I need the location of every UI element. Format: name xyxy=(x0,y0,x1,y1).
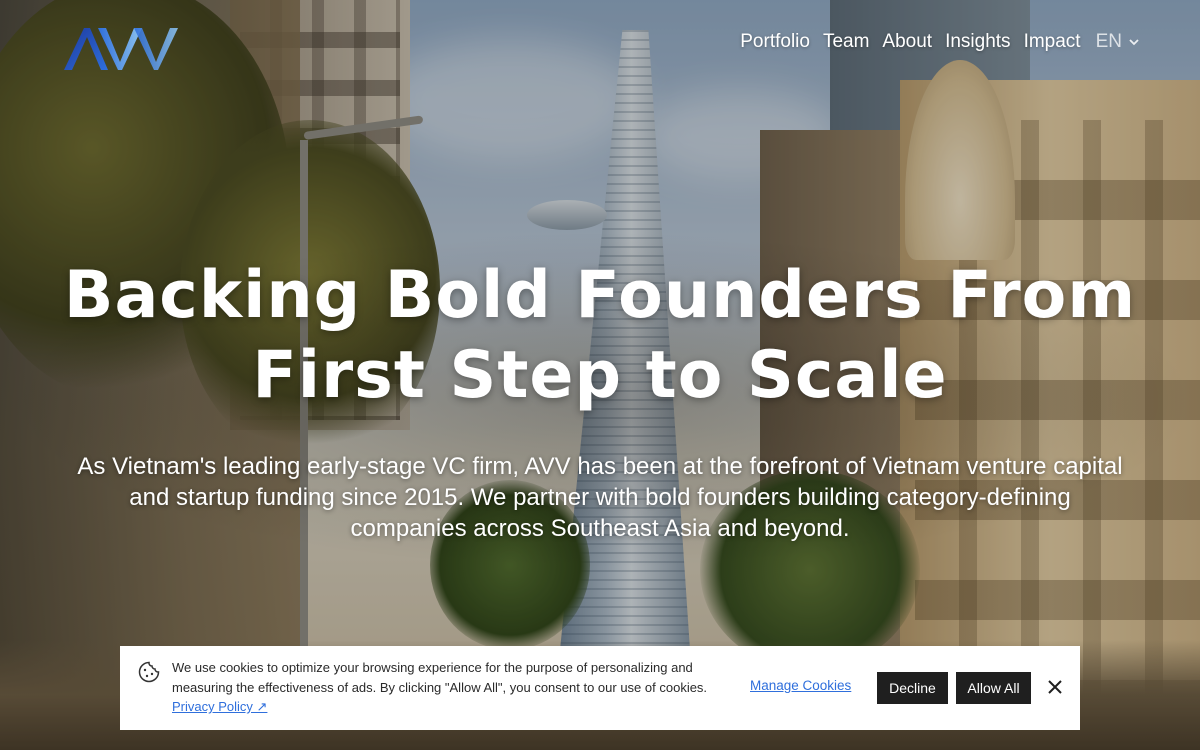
chevron-down-icon xyxy=(1129,39,1139,46)
nav-impact[interactable]: Impact xyxy=(1024,31,1081,53)
hero-title-line1: Backing Bold Founders From xyxy=(63,258,1137,333)
decline-button[interactable]: Decline xyxy=(877,672,948,704)
close-icon[interactable] xyxy=(1045,677,1065,697)
nav-portfolio[interactable]: Portfolio xyxy=(740,31,810,53)
cookie-message: We use cookies to optimize your browsing… xyxy=(172,658,732,717)
nav-team[interactable]: Team xyxy=(823,31,869,53)
hero-subtitle: As Vietnam's leading early-stage VC firm… xyxy=(77,453,1123,542)
language-label: EN xyxy=(1095,31,1122,52)
avv-logo-mark xyxy=(64,28,178,70)
cookie-icon xyxy=(138,661,160,683)
nav-insights[interactable]: Insights xyxy=(945,31,1010,53)
hero-title-line2: First Step to Scale xyxy=(252,338,948,413)
manage-cookies-button[interactable]: Manage Cookies xyxy=(750,678,851,693)
cookie-message-text: We use cookies to optimize your browsing… xyxy=(172,660,708,695)
hero-title: Backing Bold Founders From First Step to… xyxy=(0,256,1200,416)
language-selector[interactable]: EN xyxy=(1096,31,1140,53)
allow-all-button[interactable]: Allow All xyxy=(956,672,1031,704)
main-nav: Portfolio Team About Insights Impact EN xyxy=(740,31,1140,53)
nav-about[interactable]: About xyxy=(882,31,932,53)
avv-logo[interactable] xyxy=(62,24,182,74)
privacy-policy-link[interactable]: Privacy Policy ↗ xyxy=(172,699,267,714)
cookie-banner: We use cookies to optimize your browsing… xyxy=(120,646,1080,730)
